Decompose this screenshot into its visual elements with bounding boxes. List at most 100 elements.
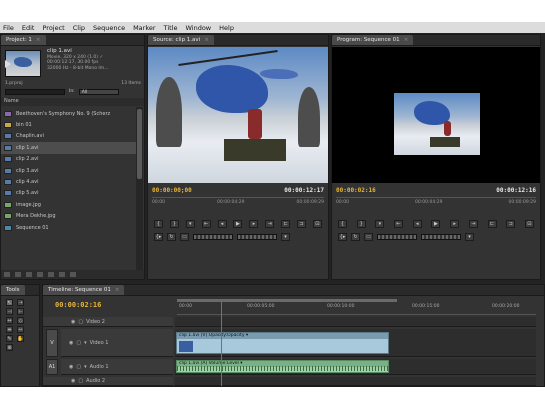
program-current-timecode[interactable]: 00:00:02:16 — [336, 187, 376, 194]
ripple-edit-tool-icon[interactable]: ⊣ — [6, 308, 13, 315]
track-header-audio-2[interactable]: ◉ ▢ Audio 2 — [43, 377, 173, 386]
tab-source[interactable]: Source: clip 1.avi × — [148, 35, 214, 45]
expand-track-icon[interactable]: ▾ — [84, 340, 87, 346]
pen-tool-icon[interactable]: ✎ — [6, 335, 13, 342]
rate-stretch-tool-icon[interactable]: ↔ — [6, 317, 13, 324]
lock-icon[interactable]: ▢ — [76, 340, 81, 346]
selection-tool-icon[interactable]: ↖ — [6, 299, 13, 306]
menu-window[interactable]: Window — [185, 24, 211, 32]
list-item[interactable]: clip 4.avi — [1, 176, 137, 187]
track-audio-1[interactable]: clip 1.avi [A] Volume:Level ▾ — [175, 359, 536, 375]
menu-clip[interactable]: Clip — [73, 24, 85, 32]
step-forward-button[interactable]: ▸ — [249, 219, 259, 228]
tab-timeline[interactable]: Timeline: Sequence 01 × — [43, 285, 125, 295]
work-area-bar[interactable] — [177, 299, 397, 302]
trim-button[interactable]: ⊡ — [524, 219, 534, 228]
go-to-out-button[interactable]: ⇥ — [468, 219, 478, 228]
mark-out-button[interactable]: } — [356, 219, 366, 228]
step-back-button[interactable]: ◂ — [217, 219, 227, 228]
list-item[interactable]: Mera Dekhe.jpg — [1, 211, 137, 222]
new-bin-icon[interactable] — [48, 272, 54, 277]
loop-button[interactable]: ↻ — [351, 232, 360, 241]
eye-icon[interactable]: ◉ — [71, 319, 75, 325]
play-in-to-out-button[interactable]: {▸ — [154, 232, 163, 241]
menu-title[interactable]: Title — [164, 24, 178, 32]
list-item[interactable]: Beethoven's Symphony No. 9 (Scherz — [1, 108, 137, 119]
find-icon[interactable] — [37, 272, 43, 277]
automate-icon[interactable] — [26, 272, 32, 277]
timeline-current-timecode[interactable]: 00:00:02:16 — [55, 301, 101, 309]
audio-clip[interactable]: clip 1.avi [A] Volume:Level ▾ — [176, 360, 389, 373]
search-input[interactable] — [5, 88, 65, 95]
go-to-out-button[interactable]: ⇥ — [265, 219, 275, 228]
track-header-video-1[interactable]: ◉ ▢ ▾ Video 1 — [61, 329, 173, 357]
play-in-to-out-button[interactable]: {▸ — [338, 232, 347, 241]
new-item-icon[interactable] — [59, 272, 65, 277]
menu-marker[interactable]: Marker — [133, 24, 155, 32]
clip-preview-thumbnail[interactable] — [5, 50, 41, 77]
lock-icon[interactable]: ▢ — [76, 364, 81, 370]
export-frame-button[interactable]: ⊡ — [312, 219, 322, 228]
output-settings-button[interactable]: ▾ — [281, 232, 290, 241]
track-video-1[interactable]: clip 1.avi [V] Opacity:Opacity ▾ — [175, 329, 536, 357]
list-item[interactable]: clip 3.avi — [1, 165, 137, 176]
speaker-icon[interactable]: ◉ — [69, 364, 73, 370]
mark-out-button[interactable]: } — [169, 219, 179, 228]
mark-in-button[interactable]: { — [338, 219, 347, 228]
list-item[interactable]: bin 01 — [1, 119, 137, 130]
mark-in-button[interactable]: { — [154, 219, 163, 228]
safe-margins-button[interactable]: ▭ — [180, 232, 189, 241]
track-header-audio-1[interactable]: ◉ ▢ ▾ Audio 1 — [61, 359, 173, 375]
play-button[interactable]: ▶ — [233, 219, 243, 228]
menu-project[interactable]: Project — [42, 24, 64, 32]
track-select-tool-icon[interactable]: ⇢ — [17, 299, 24, 306]
close-icon[interactable]: × — [115, 287, 120, 293]
tab-project[interactable]: Project: 1 × — [1, 35, 46, 45]
track-audio-2[interactable] — [175, 377, 536, 386]
output-settings-button[interactable]: ▾ — [465, 232, 474, 241]
slip-tool-icon[interactable]: ⇹ — [6, 326, 13, 333]
speaker-icon[interactable]: ◉ — [71, 378, 75, 384]
safe-margins-button[interactable]: ▭ — [364, 232, 373, 241]
lift-button[interactable]: ⊏ — [487, 219, 497, 228]
close-icon[interactable]: × — [36, 37, 41, 43]
playhead[interactable] — [221, 301, 222, 386]
extract-button[interactable]: ⊐ — [506, 219, 516, 228]
play-icon[interactable] — [5, 60, 11, 68]
set-marker-button[interactable]: ▾ — [375, 219, 385, 228]
source-video-frame[interactable] — [148, 47, 328, 183]
lock-icon[interactable]: ▢ — [78, 319, 83, 325]
rolling-edit-tool-icon[interactable]: ⊢ — [17, 308, 24, 315]
go-to-in-button[interactable]: ⇤ — [201, 219, 211, 228]
close-icon[interactable]: × — [204, 37, 209, 43]
eye-icon[interactable]: ◉ — [69, 340, 73, 346]
insert-button[interactable]: ⊏ — [281, 219, 291, 228]
lock-icon[interactable]: ▢ — [78, 378, 83, 384]
menu-edit[interactable]: Edit — [22, 24, 35, 32]
shuttle-slider[interactable] — [193, 233, 233, 240]
in-dropdown[interactable]: All — [78, 88, 119, 95]
timeline-time-ruler[interactable]: 00:00 00:00:05:00 00:00:10:00 00:00:15:0… — [177, 299, 536, 315]
program-video-frame[interactable] — [332, 47, 540, 183]
tab-program[interactable]: Program: Sequence 01 × — [332, 35, 414, 45]
loop-button[interactable]: ↻ — [167, 232, 176, 241]
step-forward-button[interactable]: ▸ — [450, 219, 460, 228]
icon-view-icon[interactable] — [15, 272, 21, 277]
source-current-timecode[interactable]: 00:00:00;00 — [152, 187, 192, 194]
menu-help[interactable]: Help — [219, 24, 234, 32]
trash-icon[interactable] — [70, 272, 76, 277]
zoom-tool-icon[interactable]: ⊕ — [6, 344, 13, 351]
tab-tools[interactable]: Tools — [1, 285, 25, 295]
scrollbar-thumb[interactable] — [137, 109, 142, 179]
menu-file[interactable]: File — [3, 24, 14, 32]
list-view-icon[interactable] — [4, 272, 10, 277]
set-marker-button[interactable]: ▾ — [185, 219, 195, 228]
list-item[interactable]: clip 5.avi — [1, 188, 137, 199]
razor-tool-icon[interactable]: ◇ — [17, 317, 24, 324]
source-patch-audio[interactable]: A1 — [46, 359, 58, 375]
list-item[interactable]: Sequence 01 — [1, 222, 137, 233]
expand-track-icon[interactable]: ▾ — [84, 364, 87, 370]
source-time-ruler[interactable]: 00:00 00:00:04:29 00:00:09:29 — [152, 197, 324, 207]
hand-tool-icon[interactable]: ✋ — [17, 335, 24, 342]
slide-tool-icon[interactable]: ⇿ — [17, 326, 24, 333]
